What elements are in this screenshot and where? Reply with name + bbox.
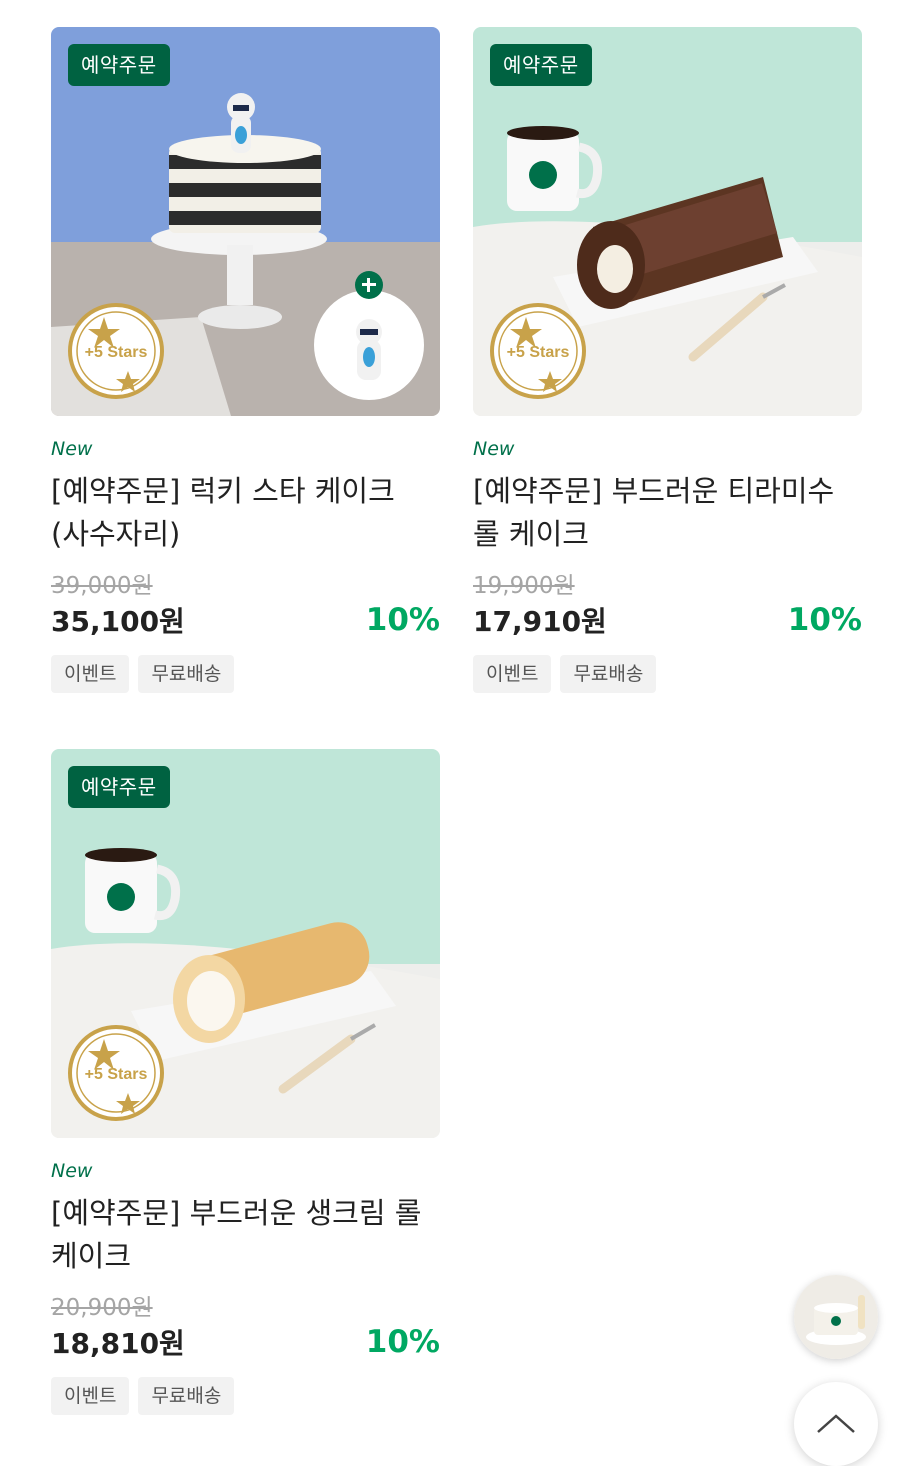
free-shipping-tag: 무료배송 [138, 1377, 235, 1415]
price-row: 35,100원 10% [51, 600, 440, 640]
reserve-order-badge: 예약주문 [490, 44, 592, 86]
event-tag: 이벤트 [473, 655, 552, 693]
stars-seal-icon: +5 Stars [68, 1025, 164, 1121]
product-card[interactable]: 예약주문 +5 Stars New [예약주문] 부드러운 생크림 롤 케이크 … [51, 749, 440, 1415]
original-price: 20,900원 [51, 1295, 153, 1321]
discount-rate: 10% [365, 1324, 440, 1360]
recent-product-thumbnail[interactable] [794, 1275, 878, 1359]
svg-text:+5 Stars: +5 Stars [507, 344, 570, 361]
original-price: 39,000원 [51, 573, 153, 599]
new-label: New [51, 1160, 93, 1182]
scroll-top-button[interactable] [794, 1382, 878, 1466]
free-shipping-tag: 무료배송 [138, 655, 235, 693]
price-row: 18,810원 10% [51, 1322, 440, 1362]
sale-price: 35,100원 [51, 605, 185, 638]
chevron-up-icon [817, 1414, 855, 1433]
event-tag: 이벤트 [51, 1377, 130, 1415]
product-title[interactable]: [예약주문] 부드러운 생크림 롤 케이크 [51, 1192, 440, 1278]
product-card[interactable]: 예약주문 +5 Stars New [예약주문] 럭키 스타 케이크 (사수자리… [51, 27, 440, 693]
tag-list: 이벤트 무료배송 [473, 655, 862, 693]
svg-text:+5 Stars: +5 Stars [85, 1066, 148, 1083]
tag-list: 이벤트 무료배송 [51, 1377, 440, 1415]
new-label: New [473, 438, 515, 460]
product-image[interactable]: 예약주문 +5 Stars [51, 749, 440, 1138]
product-image[interactable]: 예약주문 +5 Stars [473, 27, 862, 416]
svg-text:+5 Stars: +5 Stars [85, 344, 148, 361]
discount-rate: 10% [365, 602, 440, 638]
product-title[interactable]: [예약주문] 부드러운 티라미수 롤 케이크 [473, 470, 862, 556]
price-row: 17,910원 10% [473, 600, 862, 640]
product-title[interactable]: [예약주문] 럭키 스타 케이크 (사수자리) [51, 470, 440, 556]
tag-list: 이벤트 무료배송 [51, 655, 440, 693]
new-label: New [51, 438, 93, 460]
stars-seal-icon: +5 Stars [490, 303, 586, 399]
reserve-order-badge: 예약주문 [68, 766, 170, 808]
stars-seal-icon: +5 Stars [68, 303, 164, 399]
reserve-order-badge: 예약주문 [68, 44, 170, 86]
original-price: 19,900원 [473, 573, 575, 599]
sale-price: 18,810원 [51, 1327, 185, 1360]
sale-price: 17,910원 [473, 605, 607, 638]
product-card[interactable]: 예약주문 +5 Stars New [예약주문] 부드러운 티라미수 롤 케이크… [473, 27, 862, 693]
free-shipping-tag: 무료배송 [560, 655, 657, 693]
product-image[interactable]: 예약주문 +5 Stars [51, 27, 440, 416]
event-tag: 이벤트 [51, 655, 130, 693]
discount-rate: 10% [787, 602, 862, 638]
